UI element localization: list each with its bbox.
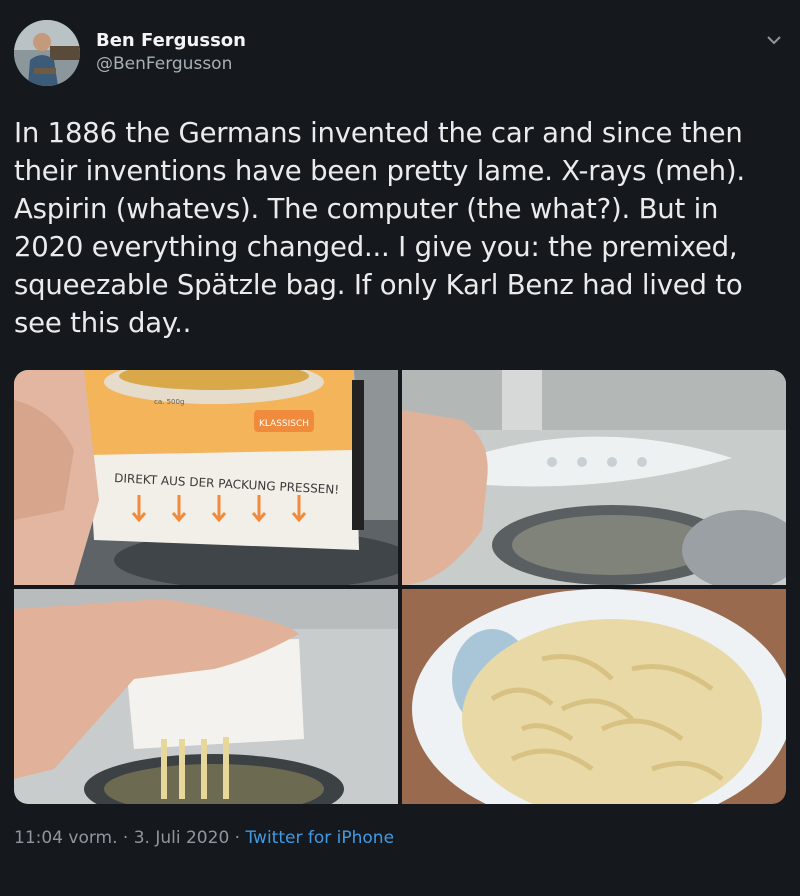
tweet-text: In 1886 the Germans invented the car and… — [14, 117, 745, 339]
photo-bag-side[interactable] — [402, 370, 786, 585]
photo-spaetzle-bowl-image — [402, 589, 786, 804]
tweet-date[interactable]: 3. Juli 2020 — [134, 828, 230, 848]
media-grid: KLASSISCH ca. 500g DIREKT AUS DER PACKUN… — [14, 370, 786, 804]
author-names: Ben Fergusson @BenFergusson — [96, 30, 246, 76]
chevron-down-icon[interactable] — [764, 30, 784, 50]
meta-separator: · — [229, 828, 246, 848]
photo-bag-label[interactable]: KLASSISCH ca. 500g DIREKT AUS DER PACKUN… — [14, 370, 398, 585]
photo-squeezing-image — [14, 589, 398, 804]
display-name[interactable]: Ben Fergusson — [96, 30, 246, 52]
avatar-image — [14, 20, 80, 86]
tweet-source-link[interactable]: Twitter for iPhone — [245, 828, 394, 848]
tweet-meta: 11:04 vorm. · 3. Juli 2020 · Twitter for… — [14, 826, 394, 850]
photo-bag-side-image — [402, 370, 786, 585]
photo-bag-label-image: KLASSISCH ca. 500g DIREKT AUS DER PACKUN… — [14, 370, 398, 585]
tweet-time[interactable]: 11:04 vorm. — [14, 828, 118, 848]
handle[interactable]: @BenFergusson — [96, 52, 246, 76]
bag-tag-text: KLASSISCH — [259, 419, 309, 429]
avatar[interactable] — [14, 20, 80, 86]
meta-separator: · — [117, 828, 134, 848]
bag-weight-text: ca. 500g — [154, 398, 184, 406]
photo-spaetzle-bowl[interactable] — [402, 589, 786, 804]
tweet-header: Ben Fergusson @BenFergusson — [14, 20, 786, 90]
photo-squeezing[interactable] — [14, 589, 398, 804]
